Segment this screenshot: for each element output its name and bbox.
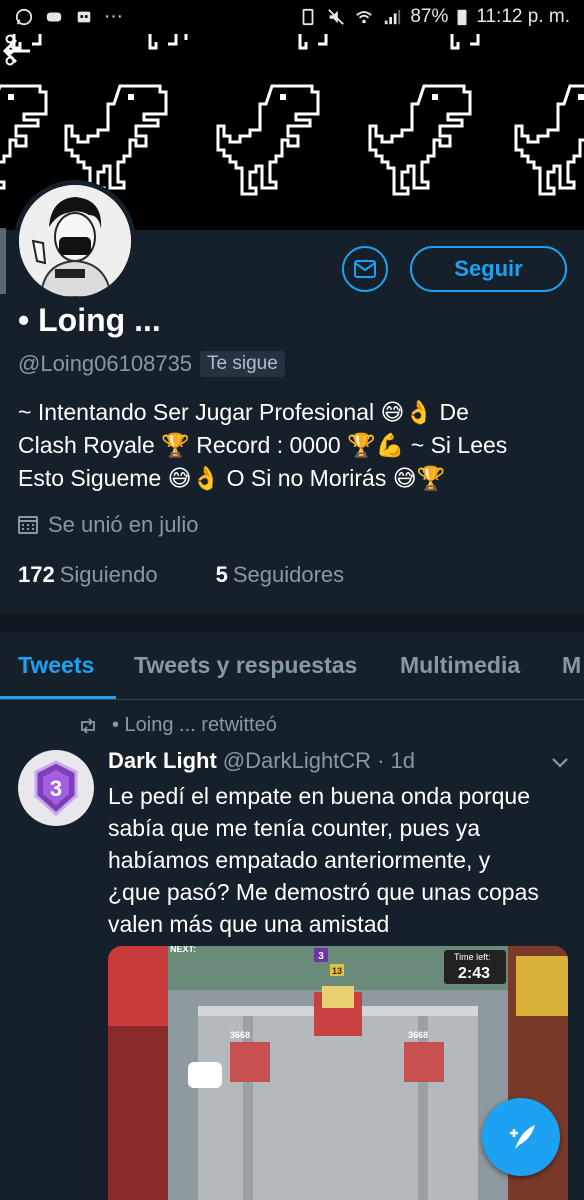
followers-label: Seguidores [232,562,345,587]
followers-count: 5 [215,562,228,587]
game-icon [46,12,62,22]
robot-icon [77,11,91,23]
profile-display-name: • Loing ... [18,302,161,338]
profile-handle: @Loing06108735 [18,351,193,376]
king-level: 13 [332,966,342,976]
tweet-text-line: valen más que una amistad [108,911,390,937]
signal-icon [385,9,401,25]
tweet-age: · 1d [377,748,415,773]
more-vertical-icon[interactable] [0,34,20,68]
status-bar-notifications: ··· [14,6,123,28]
clock: 11:12 p. m. [476,6,570,27]
active-tab-indicator [0,696,116,699]
envelope-icon [354,260,376,278]
follows-you-badge: Te sigue [200,351,285,377]
left-tower-hp: 3668 [230,1030,250,1040]
whatsapp-icon [15,8,33,26]
followers-stat[interactable]: 5 Seguidores [216,562,345,588]
tab-tweets[interactable]: Tweets [18,652,94,679]
following-count: 172 [18,562,55,587]
tab-media[interactable]: Multimedia [400,652,520,679]
time-left-label: Time left: [454,952,491,962]
avatar-illustration [19,185,131,297]
following-stat[interactable]: 172 Siguiendo [18,562,158,588]
tweet-header: Dark Light @DarkLightCR · 1d [108,748,415,774]
tweet-author-avatar[interactable]: 3 [18,750,94,826]
bio-line: ~ Intentando Ser Jugar Profesional 😅👌 De [18,399,469,425]
tweet-text: Le pedí el empate en buena onda porque s… [108,780,572,940]
retweet-context: • Loing ... retwitteó [78,714,277,737]
calendar-icon [18,516,38,534]
profile-avatar[interactable] [14,180,136,302]
next-card-label: NEXT: [170,946,196,954]
profile-stats: 172 Siguiendo 5 Seguidores [18,562,344,588]
message-button[interactable] [342,246,388,292]
time-left-value: 2:43 [458,965,490,982]
retweet-label: • Loing ... retwitteó [112,714,277,736]
retweet-icon [81,717,95,734]
mute-icon [328,9,345,25]
bio-line: Esto Sigueme 😅👌 O Si no Morirás 😅🏆 [18,465,446,491]
profile-tabs: Tweets Tweets y respuestas Multimedia M [0,632,584,700]
right-tower-hp: 3668 [408,1030,428,1040]
bio-line: Clash Royale 🏆 Record : 0000 🏆💪 ~ Si Lee… [18,432,508,458]
league-badge-icon: 3 [34,760,78,817]
battery-saver-icon [302,8,314,26]
tweet-author-name[interactable]: Dark Light [108,748,217,774]
profile-bio: ~ Intentando Ser Jugar Profesional 😅👌 De… [18,396,574,495]
tweet-text-line: Le pedí el empate en buena onda porque [108,783,531,809]
compose-tweet-icon [510,1125,535,1149]
wifi-icon [356,11,373,24]
tweet-author-handle[interactable]: @DarkLightCR [223,748,371,774]
section-divider [0,614,584,632]
joined-date: Se unió en julio [18,512,198,538]
status-bar: ··· 87% 11:12 p. m. [0,0,584,34]
league-badge-number: 3 [50,776,62,801]
scroll-edge-indicator [0,228,6,294]
joined-label: Se unió en julio [48,512,199,537]
battery-percent: 87% [410,6,449,27]
tweet-text-line: sabía que me tenía counter, pues ya [108,815,481,841]
tweet-text-line: ¿que pasó? Me demostró que unas copas [108,879,539,905]
follow-button[interactable]: Seguir [410,246,567,292]
arena-badge: 3 [318,951,324,962]
status-bar-more: ··· [104,6,123,27]
compose-tweet-button[interactable] [482,1098,560,1176]
following-label: Siguiendo [59,562,158,587]
status-bar-system: 87% 11:12 p. m. [298,6,570,28]
profile-handle-row: @Loing06108735 Te sigue [18,351,285,377]
chevron-down-icon[interactable] [548,752,572,772]
battery-icon [457,9,467,26]
tweet-text-line: habíamos empatado anteriormente, y [108,847,491,873]
avatar-image [19,185,131,297]
tab-tweets-replies[interactable]: Tweets y respuestas [134,652,357,679]
tab-likes[interactable]: M [562,652,581,679]
